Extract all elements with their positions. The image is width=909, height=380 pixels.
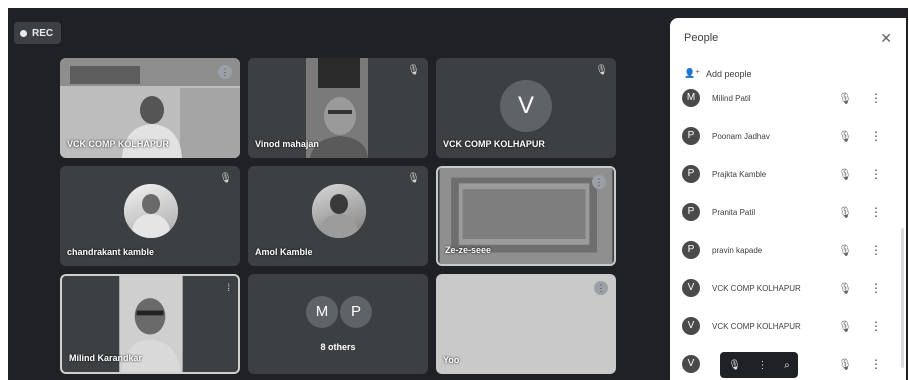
more-options-icon[interactable]: ⋮ [592, 175, 606, 189]
others-avatar: P [340, 296, 372, 328]
participant-name: Milind Patil [712, 93, 751, 103]
participant-row[interactable]: V VCK COMP KOLHAPUR 🎙 ⋮ [682, 276, 896, 300]
app-frame: REC ⋮ VCK COMP KOLHAPUR 🎙 Vinod mahajan … [0, 0, 909, 380]
participant-tile[interactable]: V 🎙 VCK COMP KOLHAPUR [436, 58, 616, 158]
participant-avatar: V [682, 355, 700, 373]
recording-indicator: REC [14, 22, 62, 44]
participant-photo [124, 184, 178, 238]
participant-row[interactable]: P Poonam Jadhav 🎙 ⋮ [682, 124, 896, 148]
more-options-icon[interactable]: ⋮ [218, 65, 232, 79]
more-vert-icon[interactable]: ⋮ [870, 205, 882, 219]
participant-name: VCK COMP KOLHAPUR [712, 321, 801, 331]
search-icon[interactable]: ⌕ [784, 360, 790, 371]
mic-off-icon[interactable]: 🎙 [838, 130, 852, 143]
participant-avatar: P [682, 165, 700, 183]
close-icon[interactable]: ✕ [880, 30, 892, 47]
participant-row[interactable]: P pravin kapade 🎙 ⋮ [682, 238, 896, 262]
participant-tile[interactable]: ⋮ VCK COMP KOLHAPUR [60, 58, 240, 158]
mic-off-icon[interactable]: 🎙 [728, 360, 741, 371]
participant-avatar: P [682, 127, 700, 145]
participant-row[interactable]: M Milind Patil 🎙 ⋮ [682, 86, 896, 110]
participant-tile[interactable]: 🎙 Vinod mahajan [248, 58, 428, 158]
recording-label: REC [32, 27, 54, 39]
participant-avatar: V [500, 80, 552, 132]
participant-tile[interactable]: ⋮ Yoo [436, 274, 616, 374]
mic-off-icon[interactable]: 🎙 [838, 206, 852, 219]
mic-off-icon[interactable]: 🎙 [838, 358, 852, 371]
participant-name: Ze-ze-seee [445, 245, 492, 255]
more-vert-icon[interactable]: ⋮ [870, 167, 882, 181]
audio-active-icon: ⁞ [227, 283, 230, 294]
panel-title: People [684, 32, 719, 44]
participant-name: chandrakant kamble [67, 247, 155, 257]
participant-name: Amol Kamble [255, 247, 313, 257]
mic-off-icon: 🎙 [219, 173, 232, 184]
floating-toolbar: 🎙 ⋮ ⌕ [720, 352, 798, 378]
add-person-icon: 👤⁺ [684, 68, 700, 78]
mic-off-icon[interactable]: 🎙 [838, 320, 852, 333]
participant-avatar: V [682, 279, 700, 297]
participant-row[interactable]: P Pranita Patil 🎙 ⋮ [682, 200, 896, 224]
participant-name: Prajkta Kamble [712, 169, 767, 179]
participant-tile[interactable]: ⁞ Milind Karandkar [60, 274, 240, 374]
others-avatar: M [306, 296, 338, 328]
participant-avatar: V [682, 317, 700, 335]
participant-name: VCK COMP KOLHAPUR [712, 283, 801, 293]
mic-off-icon[interactable]: 🎙 [838, 92, 852, 105]
others-tile[interactable]: M P 8 others [248, 274, 428, 374]
more-vert-icon[interactable]: ⋮ [870, 319, 882, 333]
mic-off-icon: 🎙 [407, 173, 420, 184]
add-people-button[interactable]: 👤⁺ Add people [684, 68, 752, 79]
others-count: 8 others [320, 342, 356, 352]
people-panel: People ✕ 👤⁺ Add people M Milind Patil 🎙 … [670, 18, 906, 380]
more-options-icon[interactable]: ⋮ [594, 281, 608, 295]
more-vert-icon[interactable]: ⋮ [870, 129, 882, 143]
record-dot-icon [20, 29, 27, 37]
participant-name: Poonam Jadhav [712, 131, 770, 141]
more-vert-icon[interactable]: ⋮ [870, 91, 882, 105]
participant-tile[interactable]: ⋮ Ze-ze-seee [436, 166, 616, 266]
mic-off-icon[interactable]: 🎙 [838, 168, 852, 181]
participant-name: Milind Karandkar [69, 353, 143, 363]
more-vert-icon[interactable]: ⋮ [870, 243, 882, 257]
mic-off-icon: 🎙 [595, 65, 608, 76]
participant-avatar: M [682, 89, 700, 107]
participant-row[interactable]: P Prajkta Kamble 🎙 ⋮ [682, 162, 896, 186]
participant-name: Pranita Patil [712, 207, 756, 217]
participant-name: Yoo [443, 355, 460, 365]
more-vert-icon[interactable]: ⋮ [870, 357, 882, 371]
participant-avatar: P [682, 203, 700, 221]
more-vert-icon[interactable]: ⋮ [870, 281, 882, 295]
mic-off-icon[interactable]: 🎙 [838, 244, 852, 257]
more-vert-icon[interactable]: ⋮ [758, 360, 768, 371]
participant-photo [312, 184, 366, 238]
participant-tile[interactable]: 🎙 Amol Kamble [248, 166, 428, 266]
panel-scrollbar[interactable] [901, 228, 904, 368]
participant-avatar: P [682, 241, 700, 259]
mic-off-icon: 🎙 [407, 65, 420, 76]
mic-off-icon[interactable]: 🎙 [838, 282, 852, 295]
participant-name: VCK COMP KOLHAPUR [443, 139, 545, 149]
participant-tile[interactable]: 🎙 chandrakant kamble [60, 166, 240, 266]
participant-row[interactable]: V VCK COMP KOLHAPUR 🎙 ⋮ [682, 314, 896, 338]
add-people-label: Add people [705, 68, 752, 79]
participant-name: pravin kapade [712, 245, 763, 255]
participant-name: VCK COMP KOLHAPUR [67, 139, 169, 149]
participant-name: Vinod mahajan [255, 139, 319, 149]
